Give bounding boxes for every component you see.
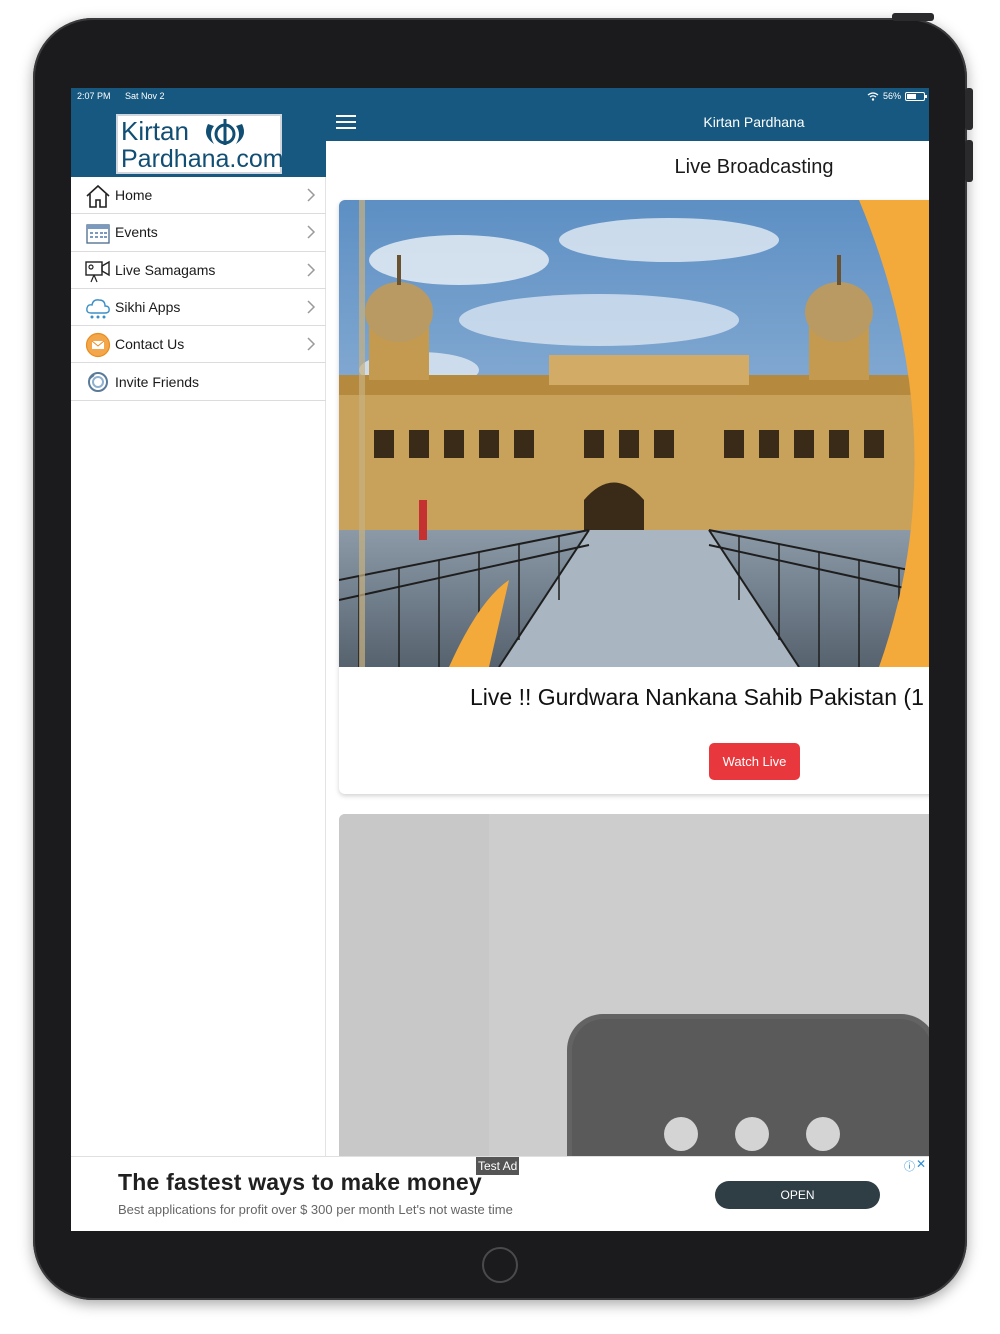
video-camera-icon — [85, 260, 110, 282]
broadcast-title: Live !! Gurdwara Nankana Sahib Pakistan … — [470, 684, 924, 710]
battery-icon — [905, 91, 927, 101]
app-screen: Kirtan Pardhana.com Home Events Live Sam… — [71, 88, 929, 1231]
sidebar-item-sikhi-apps[interactable]: Sikhi Apps — [71, 289, 326, 327]
sidebar-item-invite-friends[interactable]: Invite Friends — [71, 363, 326, 401]
chevron-right-icon — [307, 188, 316, 202]
status-time: 2:07 PM — [77, 91, 111, 101]
chevron-right-icon — [307, 263, 316, 277]
home-button[interactable] — [482, 1247, 518, 1283]
volume-down-button — [965, 140, 973, 182]
battery-percentage: 56% — [882, 91, 901, 101]
share-icon — [88, 372, 108, 393]
watch-live-button[interactable]: Watch Live — [709, 743, 800, 780]
close-icon[interactable]: ✕ — [916, 1157, 926, 1171]
app-logo: Kirtan Pardhana.com — [116, 114, 284, 174]
calendar-icon — [86, 224, 110, 244]
wifi-icon — [867, 91, 879, 101]
broadcast-card: Live !! Gurdwara Nankana Sahib Pakistan … — [339, 200, 929, 794]
gurdwara-thumbnail-image[interactable] — [339, 200, 929, 667]
app-title: Kirtan Pardhana — [703, 114, 805, 130]
sidebar-item-live-samagams[interactable]: Live Samagams — [71, 252, 326, 289]
status-bar: 2:07 PM Sat Nov 2 56% — [71, 88, 929, 104]
sidebar-menu: Home Events Live Samagams Sikhi Apps Con… — [71, 177, 326, 401]
chevron-right-icon — [307, 300, 316, 314]
power-button — [892, 13, 934, 21]
info-icon[interactable]: ⓘ — [904, 1158, 915, 1174]
ad-headline: The fastest ways to make money — [118, 1169, 482, 1195]
status-indicators: 56% — [867, 91, 927, 101]
cloud-apps-icon — [86, 299, 110, 319]
broadcast-card-2-thumbnail[interactable] — [339, 814, 929, 1174]
sidebar-item-home[interactable]: Home — [71, 177, 326, 215]
status-date: Sat Nov 2 — [125, 91, 165, 101]
test-ad-badge: Test Ad — [476, 1157, 520, 1175]
sidebar-item-contact-us[interactable]: Contact Us — [71, 326, 326, 364]
page-title: Live Broadcasting — [674, 156, 834, 178]
chevron-right-icon — [307, 225, 316, 239]
video-placeholder-image — [339, 814, 929, 1174]
volume-up-button — [965, 88, 973, 130]
sidebar: Kirtan Pardhana.com Home Events Live Sam… — [71, 88, 326, 1156]
khanda-emblem-icon — [206, 119, 244, 145]
ad-body-text: Best applications for profit over $ 300 … — [118, 1202, 513, 1217]
ad-open-button[interactable]: OPEN — [715, 1181, 880, 1209]
home-icon — [86, 184, 110, 208]
sidebar-item-events[interactable]: Events — [71, 214, 326, 252]
chevron-right-icon — [307, 337, 316, 351]
ad-banner[interactable]: Test Ad The fastest ways to make money B… — [71, 1156, 929, 1231]
mail-icon — [85, 333, 111, 358]
